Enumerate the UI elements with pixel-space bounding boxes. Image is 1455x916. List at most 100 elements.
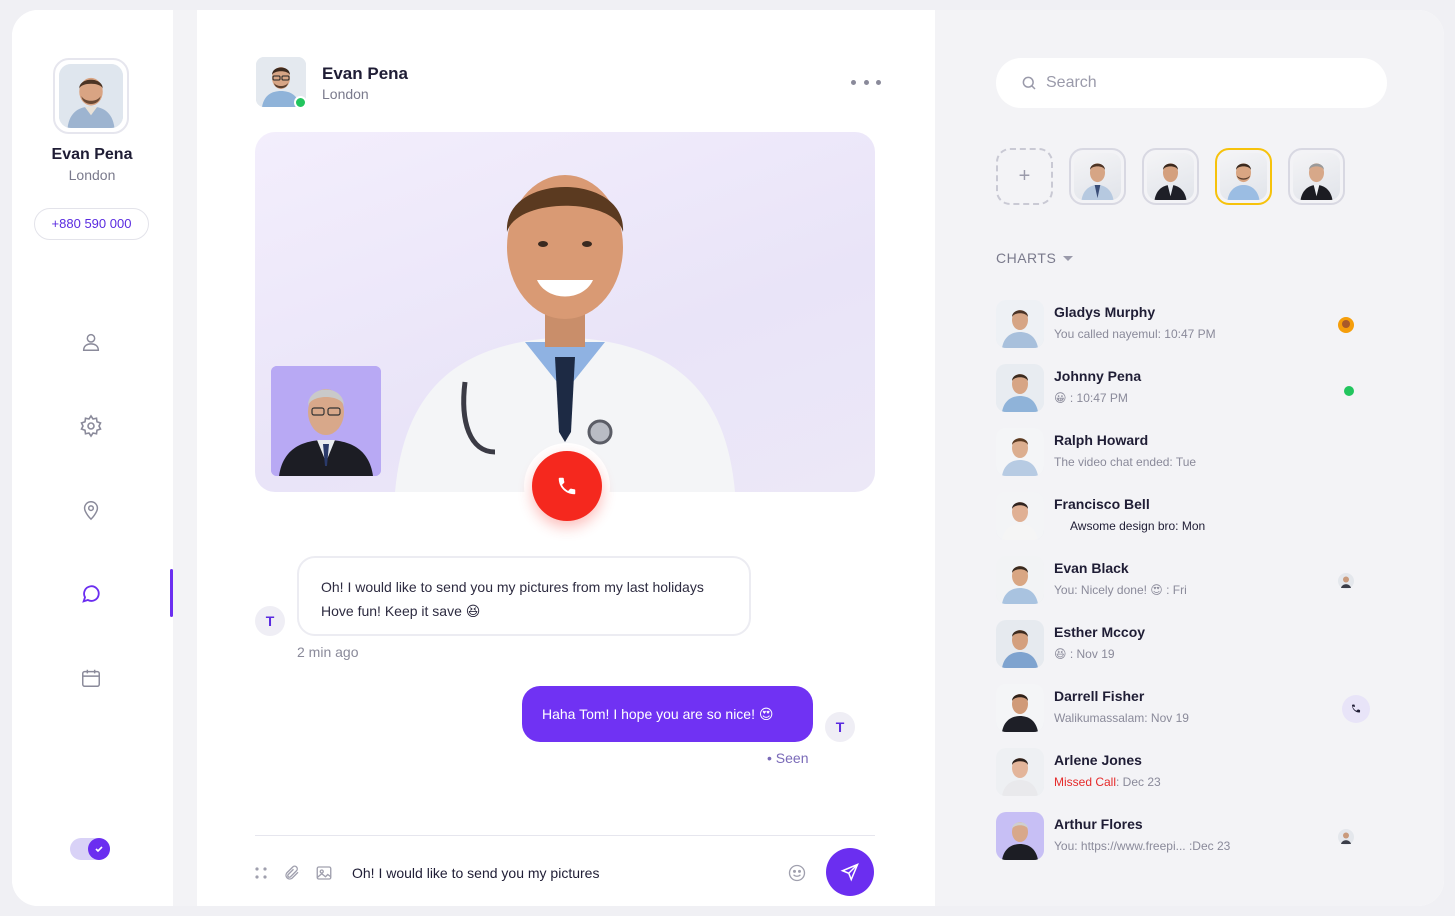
attachment-icon[interactable] (282, 863, 302, 883)
contact-item[interactable]: Francisco Bell Awsome design bro: Mon (996, 492, 1356, 542)
check-icon (88, 838, 110, 860)
preview-text: : Nov 19 (1066, 647, 1115, 661)
location-pin-icon[interactable] (78, 497, 104, 523)
story-avatar-active[interactable] (1215, 148, 1272, 205)
contact-avatar (996, 428, 1044, 476)
contact-preview: You called nayemul: 10:47 PM (1054, 327, 1216, 341)
plus-icon: + (1018, 165, 1031, 187)
profile-name: Evan Pena (51, 146, 133, 163)
phone-number-button[interactable]: +880 590 000 (34, 208, 149, 240)
contact-item[interactable]: Ralph Howard The video chat ended: Tue (996, 428, 1356, 478)
contact-avatar (996, 300, 1044, 348)
send-icon (840, 863, 859, 882)
contact-name: Darrell Fisher (1054, 688, 1145, 704)
seen-status: • Seen (767, 750, 809, 766)
sender-avatar[interactable]: T (255, 606, 285, 636)
search-input[interactable] (1046, 70, 1366, 96)
profile-avatar[interactable] (53, 58, 129, 134)
story-avatar[interactable] (1288, 148, 1345, 205)
online-status-dot (294, 96, 307, 109)
contact-name: Arlene Jones (1054, 752, 1142, 768)
message-line: Oh! I would like to send you my pictures… (321, 579, 704, 595)
contact-preview: Walikumassalam: Nov 19 (1054, 711, 1189, 725)
contact-avatar (996, 812, 1044, 860)
drag-handle-icon[interactable] (251, 863, 271, 883)
contact-item[interactable]: Gladys Murphy You called nayemul: 10:47 P… (996, 300, 1356, 350)
sender-avatar[interactable]: T (825, 712, 855, 742)
contact-avatar (996, 556, 1044, 604)
read-receipt-avatar-icon (1338, 573, 1354, 594)
preview-emoji-icon: 😆 (1054, 647, 1067, 661)
preview-text: You: Nicely done! 😍 : Fri (1054, 583, 1187, 597)
message-line: Hove fun! Keep it save (321, 603, 462, 619)
contact-name: Ralph Howard (1054, 432, 1149, 448)
story-avatar[interactable] (1069, 148, 1126, 205)
theme-toggle[interactable] (70, 838, 110, 860)
call-icon[interactable] (1342, 695, 1370, 728)
gear-icon[interactable] (78, 413, 104, 439)
more-options-button[interactable] (851, 72, 881, 92)
send-button[interactable] (826, 848, 874, 896)
preview-text: Walikumassalam: Nov 19 (1054, 711, 1189, 725)
chevron-down-icon (1063, 256, 1073, 261)
contact-name: Johnny Pena (1054, 368, 1142, 384)
online-status-dot (1344, 383, 1354, 401)
read-receipt-avatar-icon (1338, 829, 1354, 850)
contact-avatar (996, 364, 1044, 412)
contact-preview: 😀 : 10:47 PM (1054, 391, 1128, 405)
preview-text: Awsome design bro: Mon (1070, 519, 1206, 533)
contact-preview: You: Nicely done! 😍 : Fri (1054, 583, 1187, 597)
charts-section-dropdown[interactable]: CHARTS (996, 250, 1056, 266)
chat-panel: Evan Pena London Oh! I would like to sen… (197, 10, 935, 906)
user-icon[interactable] (78, 329, 104, 355)
end-call-button[interactable] (532, 451, 602, 521)
emoji-picker-icon[interactable] (787, 863, 807, 883)
chat-contact-city: London (322, 86, 369, 102)
calendar-icon[interactable] (78, 665, 104, 691)
message-input[interactable] (352, 860, 772, 886)
profile-sidebar: Evan Pena London +880 590 000 (12, 10, 173, 906)
contact-item[interactable]: Johnny Pena 😀 : 10:47 PM (996, 364, 1356, 414)
preview-text: You: https://www.freepi... :Dec 23 (1054, 839, 1231, 853)
self-video-preview[interactable] (271, 366, 381, 476)
contact-avatar (996, 620, 1044, 668)
contact-item[interactable]: Arlene Jones Missed Call: Dec 23 (996, 748, 1356, 798)
contact-item[interactable]: Esther Mccoy 😆 : Nov 19 (996, 620, 1356, 670)
add-story-button[interactable]: + (996, 148, 1053, 205)
profile-city: London (68, 167, 116, 183)
preview-text: : 10:47 PM (1066, 391, 1128, 405)
chat-contact-name: Evan Pena (322, 64, 408, 83)
outgoing-message[interactable]: Haha Tom! I hope you are so nice! 😍 (522, 686, 813, 742)
contact-avatar (996, 748, 1044, 796)
phone-icon (558, 477, 576, 495)
contact-preview: The video chat ended: Tue (1054, 455, 1196, 469)
contact-item[interactable]: Evan Black You: Nicely done! 😍 : Fri (996, 556, 1356, 606)
contacts-panel: + CHARTS Gladys Murphy You called nayemul… (935, 10, 1444, 906)
laughing-emoji-icon: 😆 (465, 603, 481, 619)
message-text: Haha Tom! I hope you are so nice! (542, 706, 755, 722)
contact-preview: You: https://www.freepi... :Dec 23 (1054, 839, 1230, 853)
incoming-message[interactable]: Oh! I would like to send you my pictures… (297, 556, 751, 636)
chat-bubble-icon[interactable] (78, 581, 104, 607)
sidebar-divider (173, 10, 197, 906)
profile-photo (59, 64, 123, 128)
seen-status-text: Seen (775, 750, 809, 766)
search-bar[interactable] (996, 58, 1387, 108)
heart-eyes-emoji-icon: 😍 (758, 706, 774, 722)
app-window: Evan Pena London +880 590 000 Evan Pena … (12, 10, 1444, 906)
story-avatar[interactable] (1142, 148, 1199, 205)
contact-item[interactable]: Darrell Fisher Walikumassalam: Nov 19 (996, 684, 1370, 734)
image-icon[interactable] (314, 863, 334, 883)
contact-item[interactable]: Arthur Flores You: https://www.freepi... … (996, 812, 1356, 862)
contact-preview: Missed Call: Dec 23 (1054, 775, 1161, 789)
contact-preview: 😆 : Nov 19 (1054, 647, 1115, 661)
preview-text: : Dec 23 (1116, 775, 1161, 789)
missed-call-label: Missed Call (1054, 775, 1117, 789)
contact-name: Esther Mccoy (1054, 624, 1146, 640)
message-timestamp: 2 min ago (297, 644, 359, 660)
contact-avatar (996, 684, 1044, 732)
search-icon (1020, 74, 1038, 97)
contact-preview: Awsome design bro: Mon (1054, 519, 1205, 533)
reaction-avatar-icon (1338, 317, 1354, 338)
preview-text: The video chat ended: Tue (1054, 455, 1197, 469)
